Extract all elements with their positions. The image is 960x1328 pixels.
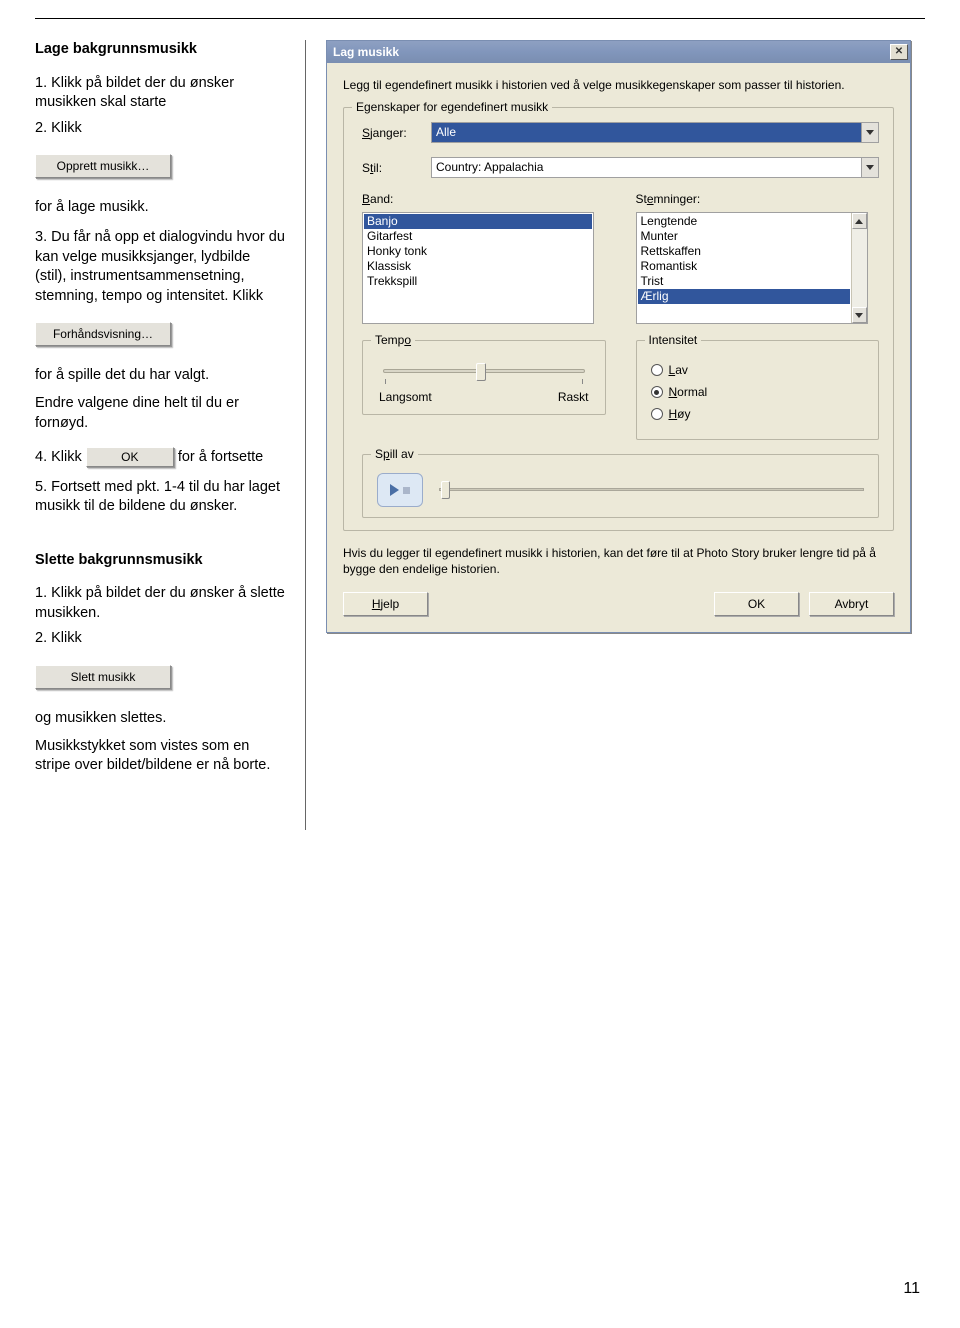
dialog-intro: Legg til egendefinert musikk i historien…: [343, 77, 894, 93]
chevron-down-icon[interactable]: [861, 158, 878, 177]
del-step-2b: og musikken slettes.: [35, 709, 285, 729]
list-item[interactable]: Trist: [638, 274, 850, 289]
list-item[interactable]: Trekkspill: [364, 274, 592, 289]
dialog-titlebar[interactable]: Lag musikk ✕: [327, 41, 910, 63]
preview-button[interactable]: Forhåndsvisning…: [35, 322, 171, 346]
scrollbar[interactable]: [851, 213, 867, 323]
tempo-max-label: Raskt: [558, 390, 589, 404]
playback-groupbox: Spill av: [362, 454, 879, 518]
moods-label: Stemninger:: [636, 192, 880, 206]
cancel-button[interactable]: Avbryt: [809, 592, 894, 616]
create-music-dialog: Lag musikk ✕ Legg til egendefinert musik…: [326, 40, 911, 633]
column-divider: [305, 40, 306, 830]
band-label: Band:: [362, 192, 606, 206]
scroll-down-icon[interactable]: [852, 307, 867, 323]
del-step-2: 2. Klikk: [35, 629, 285, 649]
step-2b: for å lage musikk.: [35, 198, 285, 218]
step-3: 3. Du får nå opp et dialogvindu hvor du …: [35, 228, 285, 306]
help-button[interactable]: Hjelp: [343, 592, 428, 616]
ok-inline-button[interactable]: OK: [86, 447, 174, 467]
tempo-slider[interactable]: [383, 369, 585, 373]
style-combobox[interactable]: Country: Appalachia: [431, 157, 879, 178]
tempo-groupbox: Tempo Langsomt Raskt: [362, 340, 606, 415]
list-item[interactable]: Lengtende: [638, 214, 850, 229]
list-item[interactable]: Gitarfest: [364, 229, 592, 244]
play-stop-control[interactable]: [377, 473, 423, 507]
section-heading-create: Lage bakgrunnsmusikk: [35, 40, 285, 60]
list-item[interactable]: Rettskaffen: [638, 244, 850, 259]
step-2: 2. Klikk: [35, 119, 285, 139]
playback-slider[interactable]: [439, 479, 864, 501]
tempo-min-label: Langsomt: [379, 390, 432, 404]
instructions-column: Lage bakgrunnsmusikk 1. Klikk på bildet …: [35, 40, 285, 830]
list-item[interactable]: Romantisk: [638, 259, 850, 274]
scroll-up-icon[interactable]: [852, 213, 867, 229]
genre-label: Sjanger:: [362, 126, 417, 140]
ok-button[interactable]: OK: [714, 592, 799, 616]
intensity-low-radio[interactable]: Lav: [651, 363, 865, 377]
del-step-3: Musikkstykket som vistes som en stripe o…: [35, 737, 285, 776]
list-item[interactable]: Banjo: [364, 214, 592, 229]
step-5: 5. Fortsett med pkt. 1-4 til du har lage…: [35, 478, 285, 517]
list-item[interactable]: Ærlig: [638, 289, 850, 304]
dialog-footnote: Hvis du legger til egendefinert musikk i…: [343, 545, 894, 577]
style-label: Stil:: [362, 161, 417, 175]
section-heading-delete: Slette bakgrunnsmusikk: [35, 551, 285, 571]
page-number: 11: [903, 1280, 920, 1298]
play-icon: [390, 484, 399, 496]
step-3b: for å spille det du har valgt.: [35, 366, 285, 386]
intensity-normal-radio[interactable]: Normal: [651, 385, 865, 399]
close-icon[interactable]: ✕: [890, 44, 908, 60]
step-3c: Endre valgene dine helt til du er fornøy…: [35, 394, 285, 433]
moods-listbox[interactable]: Lengtende Munter Rettskaffen Romantisk T…: [636, 212, 868, 324]
create-music-button[interactable]: Opprett musikk…: [35, 154, 171, 178]
stop-icon: [403, 487, 410, 494]
list-item[interactable]: Klassisk: [364, 259, 592, 274]
list-item[interactable]: Honky tonk: [364, 244, 592, 259]
chevron-down-icon[interactable]: [861, 123, 878, 142]
band-listbox[interactable]: Banjo Gitarfest Honky tonk Klassisk Trek…: [362, 212, 594, 324]
groupbox-legend: Egenskaper for egendefinert musikk: [352, 100, 552, 114]
list-item[interactable]: Munter: [638, 229, 850, 244]
intensity-groupbox: Intensitet Lav Normal Høy: [636, 340, 880, 440]
intensity-high-radio[interactable]: Høy: [651, 407, 865, 421]
delete-music-button[interactable]: Slett musikk: [35, 665, 171, 689]
genre-combobox[interactable]: Alle: [431, 122, 879, 143]
step-4: 4. Klikk OK for å fortsette: [35, 447, 285, 467]
del-step-1: 1. Klikk på bildet der du ønsker å slett…: [35, 584, 285, 623]
properties-groupbox: Egenskaper for egendefinert musikk Sjang…: [343, 107, 894, 531]
step-1: 1. Klikk på bildet der du ønsker musikke…: [35, 74, 285, 113]
dialog-title: Lag musikk: [333, 45, 399, 59]
